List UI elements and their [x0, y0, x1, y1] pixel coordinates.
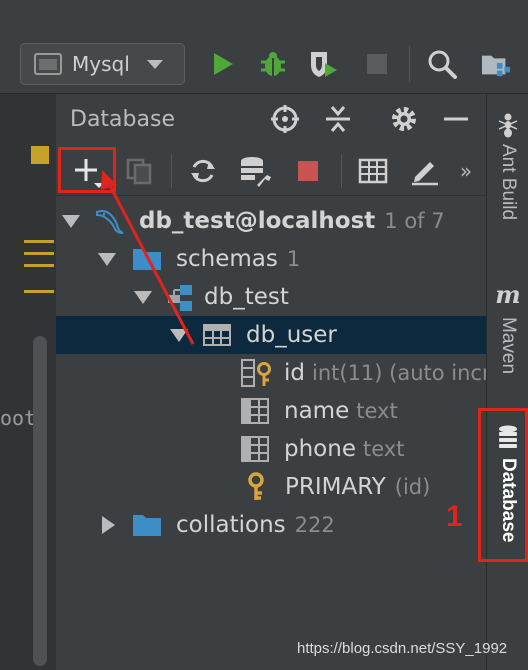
run-icon[interactable]: [208, 48, 238, 80]
tab-maven[interactable]: m Maven: [487, 280, 528, 374]
connection-count: 1 of 7: [384, 209, 445, 233]
tool-window-strip: Ant Build m Maven Database: [486, 94, 528, 670]
table-icon: [202, 322, 232, 348]
panel-title: Database: [70, 107, 175, 132]
run-configuration-label: Mysql: [72, 52, 130, 76]
tree-node-schema[interactable]: db_test: [56, 278, 486, 316]
expand-arrow-icon[interactable]: [102, 516, 115, 534]
key-name: PRIMARY: [285, 474, 386, 500]
database-panel-header: Database: [56, 94, 486, 144]
database-tab-highlight: [478, 408, 528, 562]
folder-icon: [132, 512, 162, 538]
refresh-icon[interactable]: [186, 152, 220, 190]
expand-arrow-icon[interactable]: [170, 328, 188, 342]
main-toolbar: Mysql: [0, 0, 528, 94]
run-configuration-selector[interactable]: Mysql: [20, 43, 185, 85]
column-type: text: [356, 399, 398, 423]
stop-icon[interactable]: [291, 152, 325, 190]
change-marker: [24, 264, 54, 267]
tree-node-table[interactable]: db_user: [56, 316, 486, 354]
toolbar-separator: [171, 154, 172, 188]
stop-icon[interactable]: [362, 48, 392, 80]
add-button-highlight: [58, 147, 116, 193]
database-toolbar: »: [56, 146, 486, 196]
schemas-count: 1: [286, 247, 301, 271]
step-number-annotation: 1: [446, 500, 463, 533]
collations-label: collations: [176, 512, 286, 538]
column-icon: [240, 435, 270, 463]
target-icon[interactable]: [269, 103, 301, 135]
tab-label: Maven: [498, 317, 519, 375]
schema-icon: [166, 283, 196, 311]
chevron-down-icon: [146, 59, 163, 69]
search-icon[interactable]: [427, 48, 457, 80]
change-marker: [24, 252, 54, 255]
watermark: https://blog.csdn.net/SSY_1992: [297, 640, 508, 657]
change-marker: [24, 290, 54, 293]
tree-node-column[interactable]: phone text: [56, 430, 486, 468]
folder-icon: [132, 246, 162, 272]
expand-arrow-icon[interactable]: [98, 252, 116, 266]
tree-node-connection[interactable]: db_test@localhost 1 of 7: [56, 202, 486, 240]
maven-icon: m: [495, 280, 521, 309]
tab-label: Ant Build: [498, 144, 519, 221]
table-view-icon[interactable]: [356, 152, 390, 190]
schema-name: db_test: [204, 284, 289, 310]
collapse-icon[interactable]: [322, 103, 354, 135]
tree-node-column[interactable]: name text: [56, 392, 486, 430]
tab-ant-build[interactable]: Ant Build: [487, 112, 528, 220]
connection-name: db_test@localhost: [139, 208, 376, 234]
database-tool-window: Database » db_test@localhost 1 of 7 sche…: [56, 94, 486, 670]
ant-icon: [498, 113, 518, 138]
expand-arrow-icon[interactable]: [62, 214, 80, 228]
toolbar-divider: [409, 46, 410, 82]
key-detail: (id): [394, 475, 431, 499]
editor-gutter: oot": [0, 94, 56, 670]
project-structure-icon[interactable]: [481, 48, 511, 80]
key-icon: [244, 472, 268, 502]
tree-node-key[interactable]: PRIMARY (id): [56, 468, 486, 506]
expand-arrow-icon[interactable]: [134, 290, 152, 304]
warning-marker[interactable]: [31, 146, 49, 164]
tree-node-collations[interactable]: collations 222: [56, 506, 486, 544]
column-icon: [240, 397, 270, 425]
table-name: db_user: [246, 322, 337, 348]
edit-icon[interactable]: [408, 152, 442, 190]
column-type: int(11) (auto increment): [312, 361, 486, 385]
more-icon[interactable]: »: [449, 152, 483, 190]
mysql-icon: [94, 206, 124, 236]
column-type: text: [362, 437, 405, 461]
minimize-icon[interactable]: [440, 103, 472, 135]
duplicate-icon[interactable]: [122, 152, 156, 190]
db-properties-icon[interactable]: [239, 152, 273, 190]
primary-key-column-icon: [240, 358, 274, 388]
toolbar-separator: [341, 154, 342, 188]
tree-node-column[interactable]: id int(11) (auto increment): [56, 354, 486, 392]
column-name: id: [284, 360, 305, 386]
schemas-label: schemas: [176, 246, 278, 272]
tree-node-schemas[interactable]: schemas 1: [56, 240, 486, 278]
debug-icon[interactable]: [258, 48, 288, 80]
window-icon: [34, 53, 62, 75]
coverage-icon[interactable]: [308, 48, 338, 80]
gear-icon[interactable]: [388, 103, 420, 135]
change-marker: [24, 240, 54, 243]
column-name: name: [284, 398, 350, 424]
editor-scrollbar[interactable]: [33, 336, 47, 666]
column-name: phone: [284, 436, 356, 462]
collations-count: 222: [294, 513, 335, 537]
